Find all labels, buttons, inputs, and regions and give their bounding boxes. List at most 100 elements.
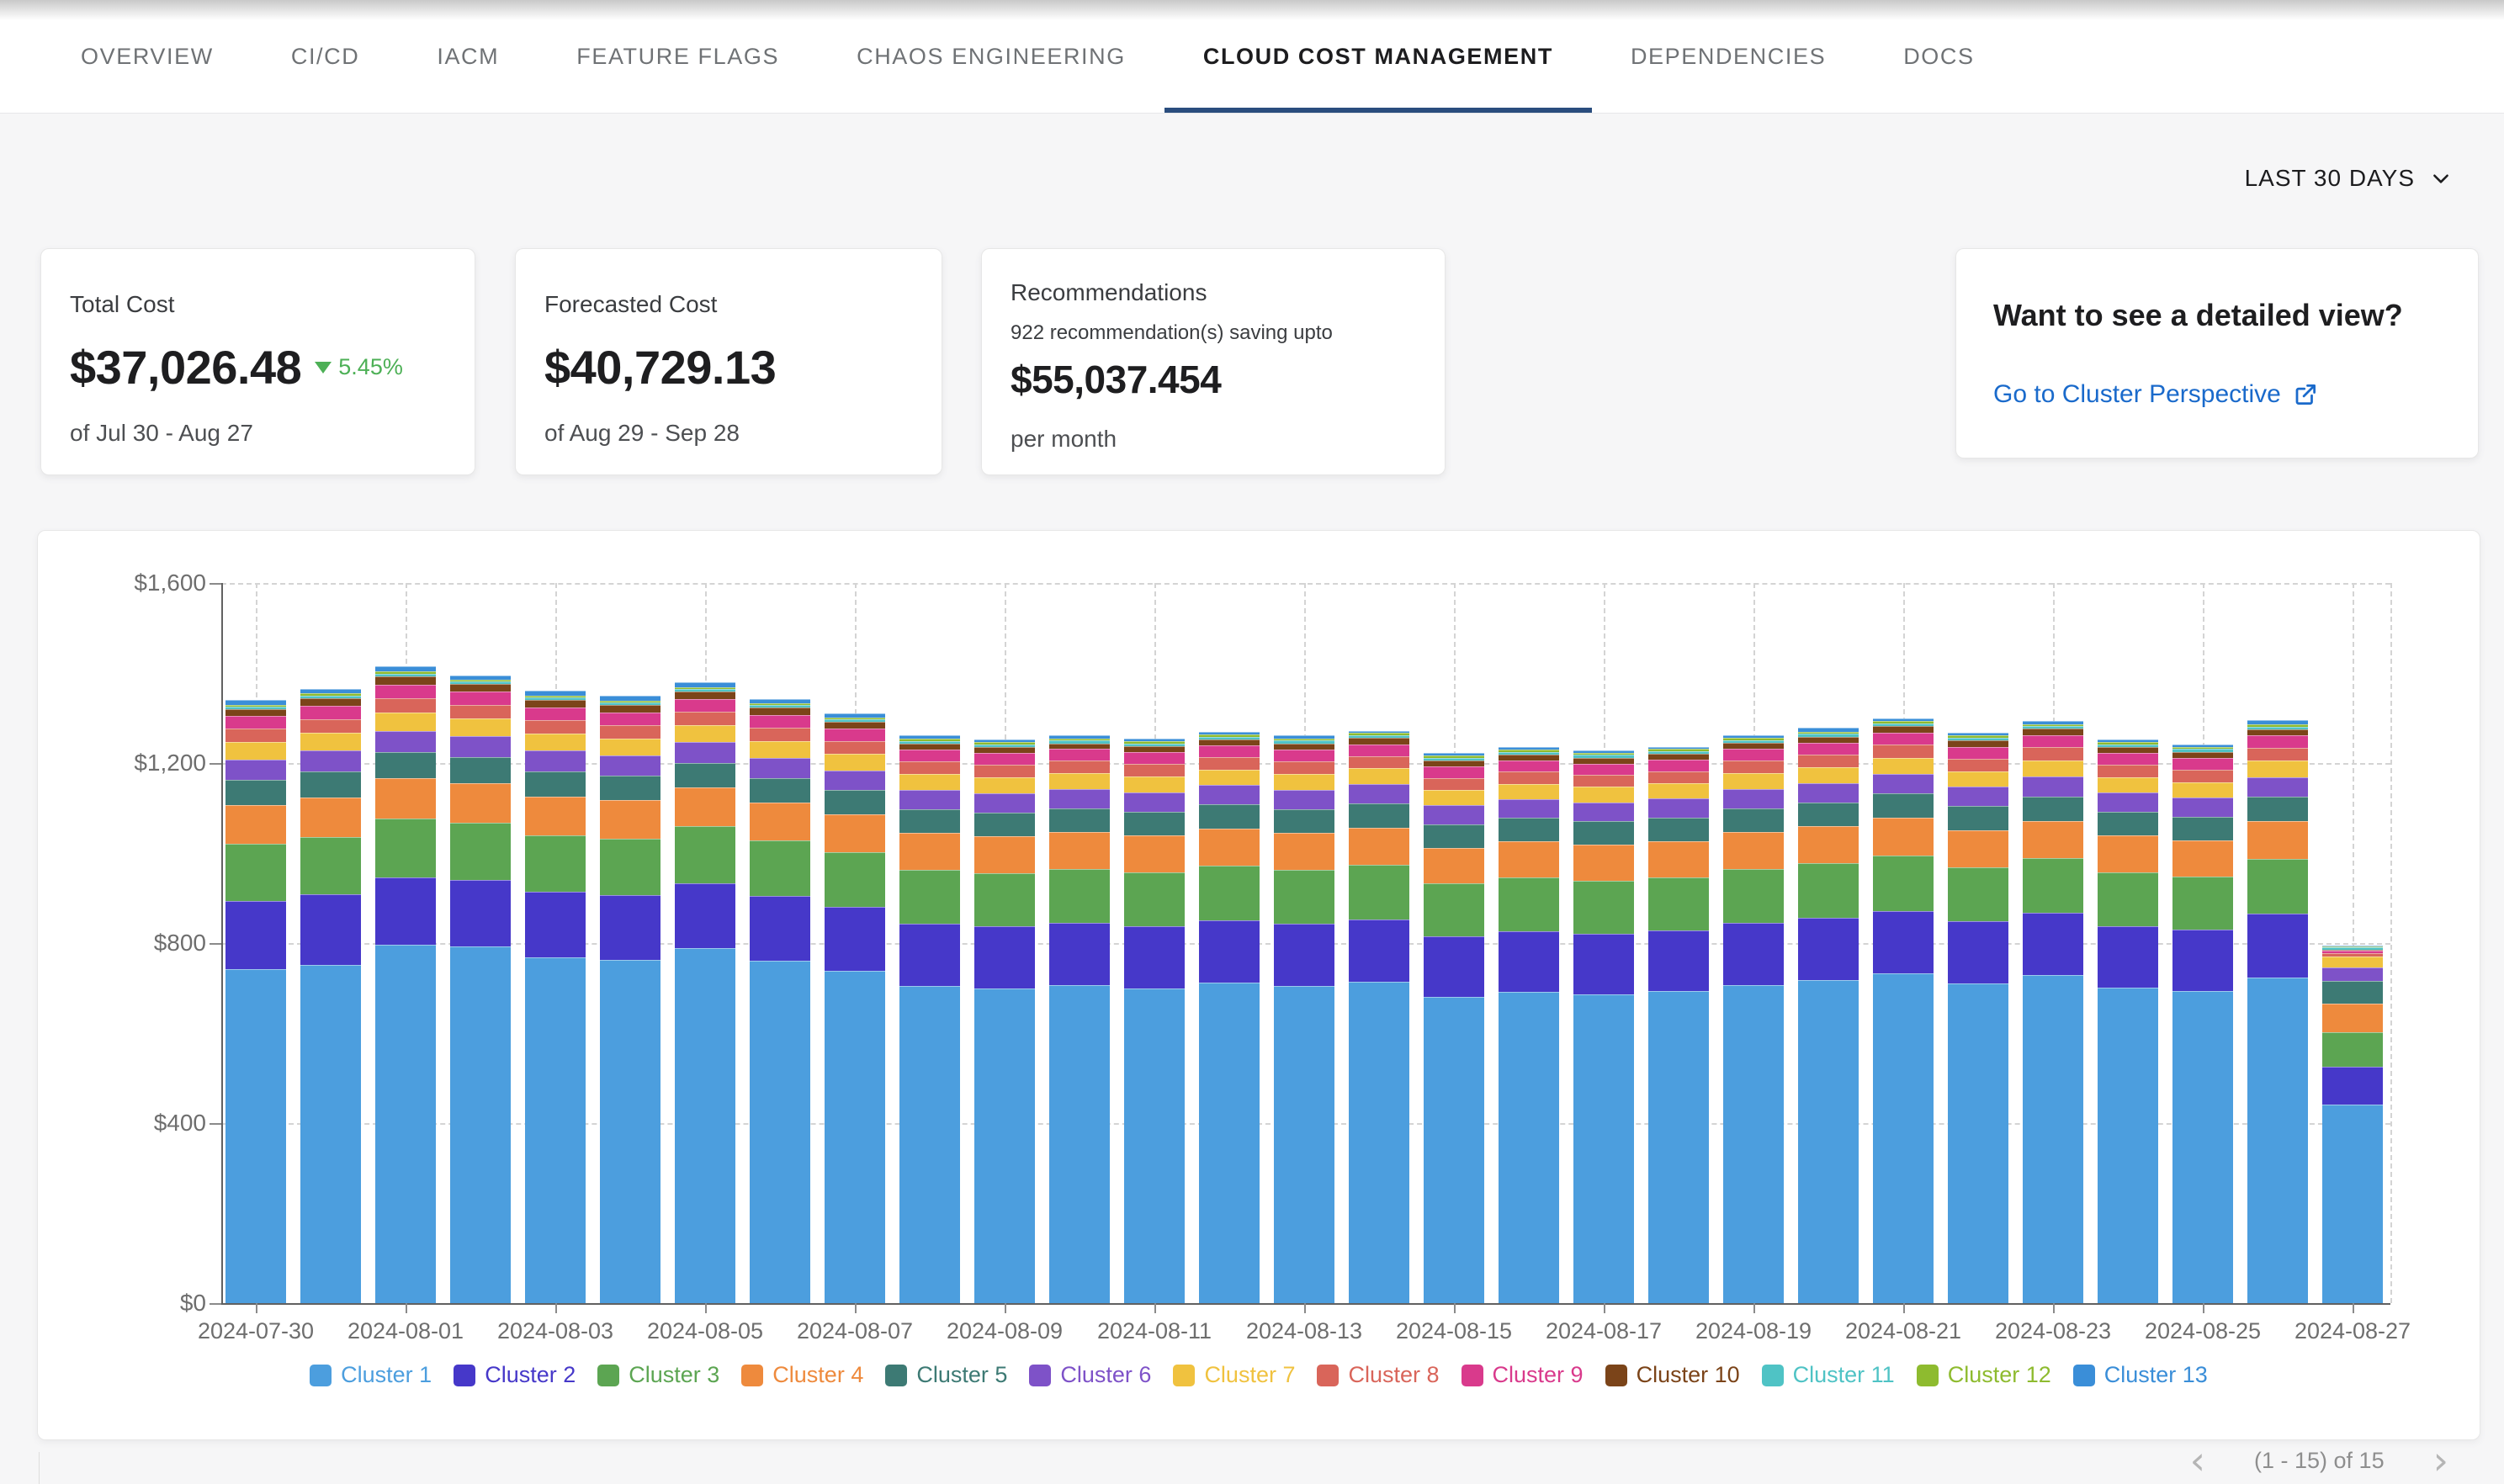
bar-segment-cluster-4[interactable] <box>600 800 660 838</box>
bar-segment-cluster-3[interactable] <box>1124 872 1185 926</box>
bar-2024-08-10[interactable] <box>1049 735 1110 1303</box>
bar-segment-cluster-5[interactable] <box>750 778 810 803</box>
bar-segment-cluster-3[interactable] <box>1648 877 1709 930</box>
bar-segment-cluster-7[interactable] <box>1948 771 2008 787</box>
bar-segment-cluster-1[interactable] <box>1723 985 1784 1303</box>
bar-segment-cluster-10[interactable] <box>1573 758 1634 764</box>
bar-segment-cluster-9[interactable] <box>1723 749 1784 761</box>
bar-segment-cluster-8[interactable] <box>899 761 960 774</box>
bar-segment-cluster-3[interactable] <box>1274 870 1334 924</box>
bar-segment-cluster-2[interactable] <box>1873 911 1934 974</box>
bar-segment-cluster-4[interactable] <box>1723 832 1784 869</box>
bar-segment-cluster-6[interactable] <box>1948 787 2008 806</box>
bar-segment-cluster-4[interactable] <box>1124 835 1185 872</box>
bar-2024-08-11[interactable] <box>1124 739 1185 1303</box>
bar-segment-cluster-2[interactable] <box>899 924 960 986</box>
bar-segment-cluster-10[interactable] <box>2098 747 2158 753</box>
bar-segment-cluster-4[interactable] <box>2023 821 2083 858</box>
tab-cloud-cost-management[interactable]: CLOUD COST MANAGEMENT <box>1164 0 1592 113</box>
bar-segment-cluster-6[interactable] <box>2023 776 2083 797</box>
bar-segment-cluster-8[interactable] <box>2172 770 2233 782</box>
bar-segment-cluster-4[interactable] <box>1499 841 1559 877</box>
bar-segment-cluster-7[interactable] <box>1349 768 1409 784</box>
bar-segment-cluster-6[interactable] <box>750 758 810 778</box>
bar-segment-cluster-9[interactable] <box>225 716 286 729</box>
bar-segment-cluster-9[interactable] <box>600 713 660 725</box>
bar-segment-cluster-5[interactable] <box>300 771 361 797</box>
bar-segment-cluster-10[interactable] <box>300 698 361 706</box>
bar-segment-cluster-9[interactable] <box>750 715 810 728</box>
bar-segment-cluster-1[interactable] <box>974 988 1035 1304</box>
tab-docs[interactable]: DOCS <box>1865 0 2013 113</box>
bar-segment-cluster-5[interactable] <box>1798 803 1859 826</box>
bar-segment-cluster-8[interactable] <box>825 741 885 755</box>
tab-overview[interactable]: OVERVIEW <box>42 0 252 113</box>
bar-segment-cluster-5[interactable] <box>825 790 885 814</box>
bar-segment-cluster-1[interactable] <box>1199 983 1260 1303</box>
bar-segment-cluster-10[interactable] <box>899 744 960 750</box>
bar-segment-cluster-2[interactable] <box>1274 924 1334 986</box>
bar-segment-cluster-5[interactable] <box>1648 818 1709 841</box>
bar-segment-cluster-9[interactable] <box>1499 761 1559 771</box>
bar-segment-cluster-7[interactable] <box>1573 787 1634 802</box>
bar-segment-cluster-7[interactable] <box>675 725 735 742</box>
bar-segment-cluster-8[interactable] <box>225 729 286 742</box>
legend-item-cluster-4[interactable]: Cluster 4 <box>741 1362 863 1388</box>
bar-segment-cluster-2[interactable] <box>2023 913 2083 975</box>
bar-segment-cluster-5[interactable] <box>1124 812 1185 835</box>
bar-segment-cluster-10[interactable] <box>1873 726 1934 732</box>
bar-segment-cluster-8[interactable] <box>1274 761 1334 774</box>
bar-segment-cluster-8[interactable] <box>675 712 735 725</box>
bar-segment-cluster-7[interactable] <box>1124 776 1185 792</box>
bar-segment-cluster-1[interactable] <box>1499 992 1559 1303</box>
bar-segment-cluster-7[interactable] <box>1873 758 1934 774</box>
bar-segment-cluster-2[interactable] <box>450 880 511 946</box>
time-range-selector[interactable]: LAST 30 DAYS <box>2245 165 2452 192</box>
bar-segment-cluster-10[interactable] <box>675 692 735 699</box>
bar-segment-cluster-1[interactable] <box>1573 994 1634 1303</box>
bar-segment-cluster-4[interactable] <box>2322 1004 2383 1032</box>
bar-2024-08-12[interactable] <box>1199 732 1260 1303</box>
bar-segment-cluster-7[interactable] <box>1499 784 1559 799</box>
bar-segment-cluster-1[interactable] <box>2322 1105 2383 1303</box>
bar-2024-07-31[interactable] <box>300 689 361 1303</box>
bar-segment-cluster-5[interactable] <box>974 813 1035 836</box>
bar-segment-cluster-2[interactable] <box>1349 920 1409 982</box>
bar-segment-cluster-2[interactable] <box>2322 1067 2383 1105</box>
chevron-left-icon[interactable]: ‹ <box>2190 1440 2205 1481</box>
bar-segment-cluster-5[interactable] <box>1349 803 1409 827</box>
bar-segment-cluster-4[interactable] <box>899 833 960 870</box>
bar-segment-cluster-5[interactable] <box>1274 809 1334 833</box>
bar-segment-cluster-5[interactable] <box>2023 797 2083 821</box>
bar-segment-cluster-9[interactable] <box>525 708 586 720</box>
bar-2024-08-14[interactable] <box>1349 731 1409 1303</box>
bar-segment-cluster-2[interactable] <box>1049 923 1110 985</box>
bar-segment-cluster-8[interactable] <box>2247 748 2308 761</box>
bar-segment-cluster-2[interactable] <box>750 896 810 961</box>
bar-segment-cluster-3[interactable] <box>974 873 1035 927</box>
tab-feature-flags[interactable]: FEATURE FLAGS <box>538 0 818 113</box>
bar-segment-cluster-6[interactable] <box>1873 774 1934 794</box>
bar-segment-cluster-6[interactable] <box>974 793 1035 813</box>
bar-segment-cluster-3[interactable] <box>1723 869 1784 923</box>
bar-segment-cluster-9[interactable] <box>1573 764 1634 775</box>
bar-segment-cluster-3[interactable] <box>2172 877 2233 930</box>
bar-segment-cluster-4[interactable] <box>675 787 735 826</box>
bar-segment-cluster-6[interactable] <box>1723 789 1784 808</box>
legend-item-cluster-3[interactable]: Cluster 3 <box>597 1362 719 1388</box>
bar-segment-cluster-7[interactable] <box>1424 790 1484 805</box>
bar-segment-cluster-9[interactable] <box>675 699 735 712</box>
bar-segment-cluster-7[interactable] <box>2023 761 2083 776</box>
bar-segment-cluster-2[interactable] <box>1948 921 2008 983</box>
bar-segment-cluster-4[interactable] <box>974 836 1035 873</box>
bar-segment-cluster-8[interactable] <box>375 698 436 713</box>
bar-segment-cluster-5[interactable] <box>600 776 660 800</box>
legend-item-cluster-11[interactable]: Cluster 11 <box>1762 1362 1895 1388</box>
bar-segment-cluster-4[interactable] <box>750 803 810 840</box>
bar-segment-cluster-10[interactable] <box>1199 739 1260 745</box>
bar-segment-cluster-7[interactable] <box>525 734 586 750</box>
bar-segment-cluster-5[interactable] <box>1873 793 1934 818</box>
bar-segment-cluster-9[interactable] <box>1948 747 2008 759</box>
bar-segment-cluster-10[interactable] <box>2172 752 2233 758</box>
bar-segment-cluster-8[interactable] <box>1499 771 1559 783</box>
